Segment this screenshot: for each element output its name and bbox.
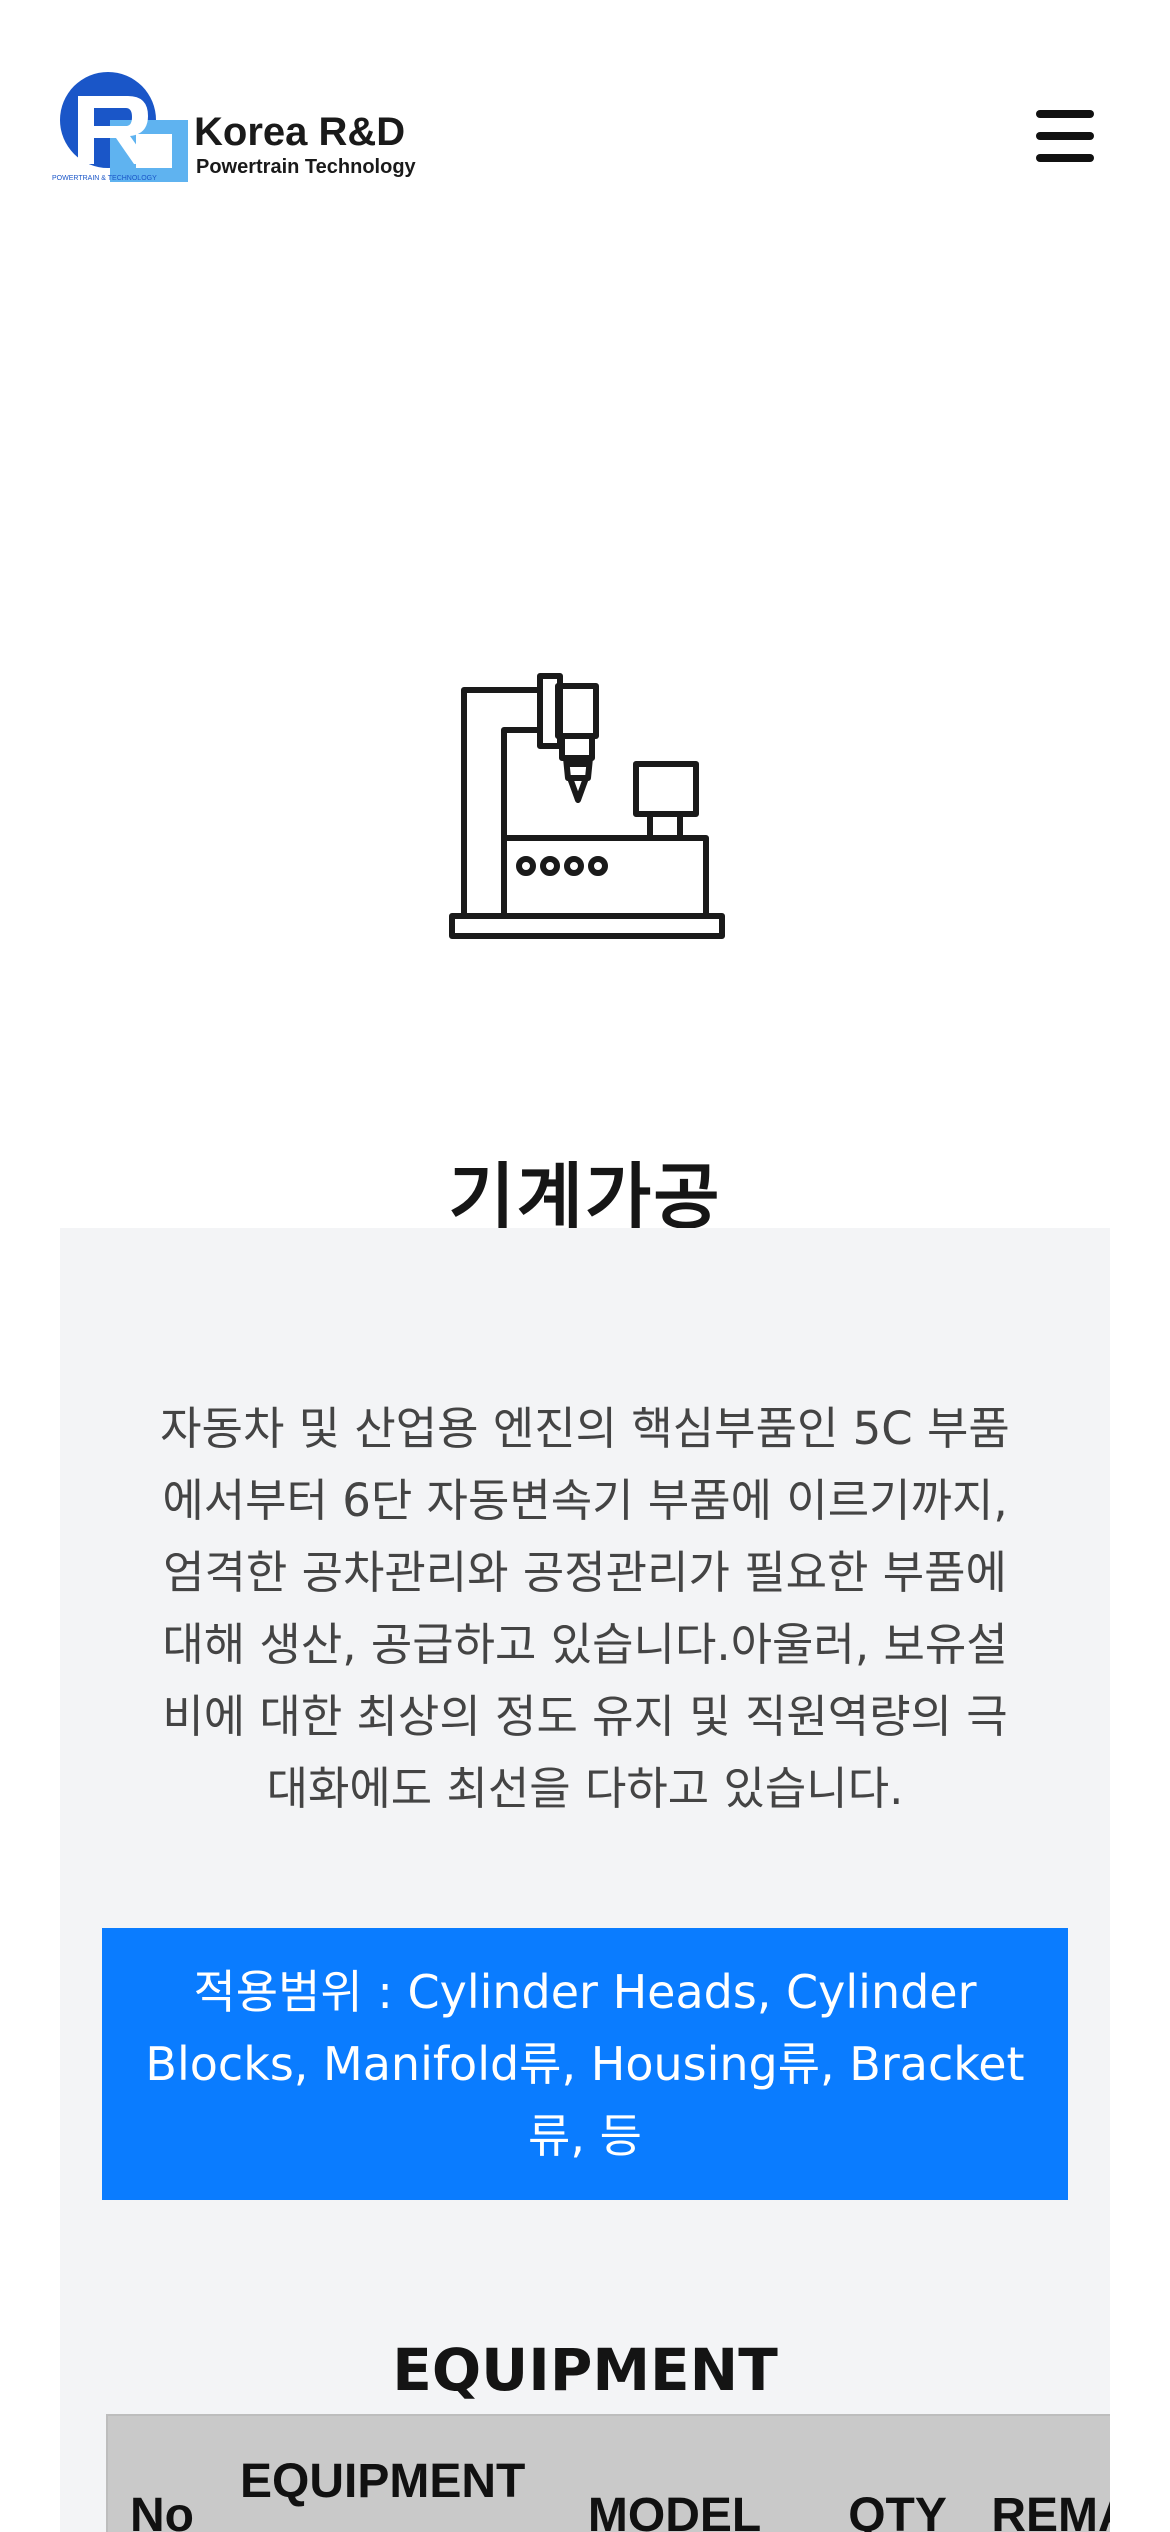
site-header: POWERTRAIN & TECHNOLOGY Korea R&D Powert… [0, 0, 1170, 260]
logo-subtitle: Powertrain Technology [196, 156, 416, 178]
logo-mark-icon: POWERTRAIN & TECHNOLOGY [52, 72, 188, 182]
equipment-table: No EQUIPMENT MODEL QTY REMARK [106, 2414, 1110, 2532]
application-scope-banner: 적용범위 : Cylinder Heads, Cylinder Blocks, … [102, 1928, 1068, 2200]
page: POWERTRAIN & TECHNOLOGY Korea R&D Powert… [0, 0, 1170, 2532]
equipment-heading: EQUIPMENT [392, 2336, 778, 2405]
column-header-model: MODEL [587, 2489, 762, 2532]
service-description: 자동차 및 산업용 엔진의 핵심부품인 5C 부품에서부터 6단 자동변속기 부… [160, 1402, 1010, 1815]
column-header-equipment: EQUIPMENT [240, 2455, 526, 2508]
logo-title: Korea R&D [194, 110, 406, 154]
machining-center-icon [449, 673, 725, 939]
service-content-box: 자동차 및 산업용 엔진의 핵심부품인 5C 부품에서부터 6단 자동변속기 부… [60, 1228, 1110, 2532]
table-header-row: No EQUIPMENT MODEL QTY REMARK [107, 2415, 1110, 2532]
company-logo[interactable]: POWERTRAIN & TECHNOLOGY Korea R&D Powert… [50, 68, 430, 188]
column-header-no: No [130, 2489, 194, 2532]
equipment-table-container[interactable]: No EQUIPMENT MODEL QTY REMARK [106, 2414, 1110, 2532]
column-header-qty: QTY [848, 2489, 947, 2532]
column-header-remark: REMARK [991, 2489, 1110, 2532]
menu-bar-top [1036, 110, 1094, 118]
hamburger-menu-icon[interactable] [1030, 110, 1100, 166]
menu-bar-bottom [1036, 154, 1094, 162]
svg-text:POWERTRAIN & TECHNOLOGY: POWERTRAIN & TECHNOLOGY [52, 175, 157, 182]
menu-bar-middle [1036, 132, 1094, 140]
